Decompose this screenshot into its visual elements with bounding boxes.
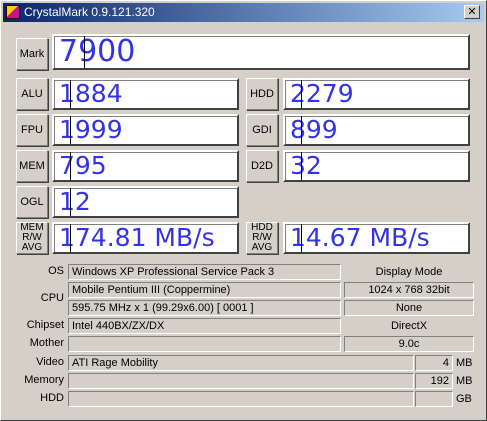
video-memory-unit: MB xyxy=(456,357,473,369)
memory-unit: MB xyxy=(456,375,473,387)
hdd-score-label: HDD xyxy=(246,78,278,110)
chipset-label: Chipset xyxy=(26,319,64,331)
mem-label: MEM xyxy=(16,150,48,182)
hdd-rw-avg-value: 14.67 MB/s xyxy=(283,222,470,254)
hdd-rw-avg-label: HDD R/W AVG xyxy=(246,222,278,254)
cpu-label: CPU xyxy=(40,292,64,304)
fpu-label: FPU xyxy=(16,114,48,146)
mother-label: Mother xyxy=(29,337,64,349)
directx-label: DirectX xyxy=(390,320,428,332)
gdi-label: GDI xyxy=(246,114,278,146)
video-memory-field: 4 xyxy=(415,355,453,371)
mark-label: Mark xyxy=(16,38,48,70)
title-bar[interactable]: CrystalMark 0.9.121.320 ✕ xyxy=(3,3,484,22)
mother-field xyxy=(68,336,341,352)
alu-label: ALU xyxy=(16,78,48,110)
cpu-clock-field: 595.75 MHz x 1 (99.29x6.00) [ 0001 ] xyxy=(68,300,341,316)
mem-rw-label-line-3: AVG xyxy=(21,242,43,253)
chipset-field: Intel 440BX/ZX/DX xyxy=(68,318,341,334)
d2d-label: D2D xyxy=(246,150,278,182)
mem-rw-avg-value: 174.81 MB/s xyxy=(52,222,239,254)
alu-score: 1884 xyxy=(52,78,239,110)
hdd-size-field xyxy=(415,391,453,407)
window-title: CrystalMark 0.9.121.320 xyxy=(24,5,155,19)
memory-size-field: 192 xyxy=(415,373,453,389)
video-label: Video xyxy=(36,356,64,368)
ogl-score: 12 xyxy=(52,186,239,218)
mem-rw-avg-label: MEM R/W AVG xyxy=(16,222,48,254)
display-mode-field: 1024 x 768 32bit xyxy=(344,282,474,298)
cpu-name-field: Mobile Pentium III (Coppermine) xyxy=(68,282,341,298)
os-label: OS xyxy=(48,265,64,277)
ogl-label: OGL xyxy=(16,186,48,218)
memory-label: Memory xyxy=(24,374,64,386)
hdd-info-field xyxy=(68,391,414,407)
close-button[interactable]: ✕ xyxy=(464,5,480,19)
d2d-score: 32 xyxy=(283,150,470,182)
os-field: Windows XP Professional Service Pack 3 xyxy=(68,264,341,280)
mark-score: 7900 xyxy=(52,34,470,70)
hdd-rw-label-line-3: AVG xyxy=(251,242,273,253)
hdd-score: 2279 xyxy=(283,78,470,110)
directx-field: 9.0c xyxy=(344,336,474,352)
gdi-score: 899 xyxy=(283,114,470,146)
memory-field xyxy=(68,373,414,389)
display-extra-field: None xyxy=(344,300,474,316)
mem-score: 795 xyxy=(52,150,239,182)
video-field: ATI Rage Mobility xyxy=(68,355,414,371)
fpu-score: 1999 xyxy=(52,114,239,146)
display-mode-label: Display Mode xyxy=(375,266,443,278)
crystalmark-app-icon[interactable] xyxy=(6,5,20,19)
hdd-unit: GB xyxy=(456,393,472,405)
hdd-info-label: HDD xyxy=(40,392,64,404)
